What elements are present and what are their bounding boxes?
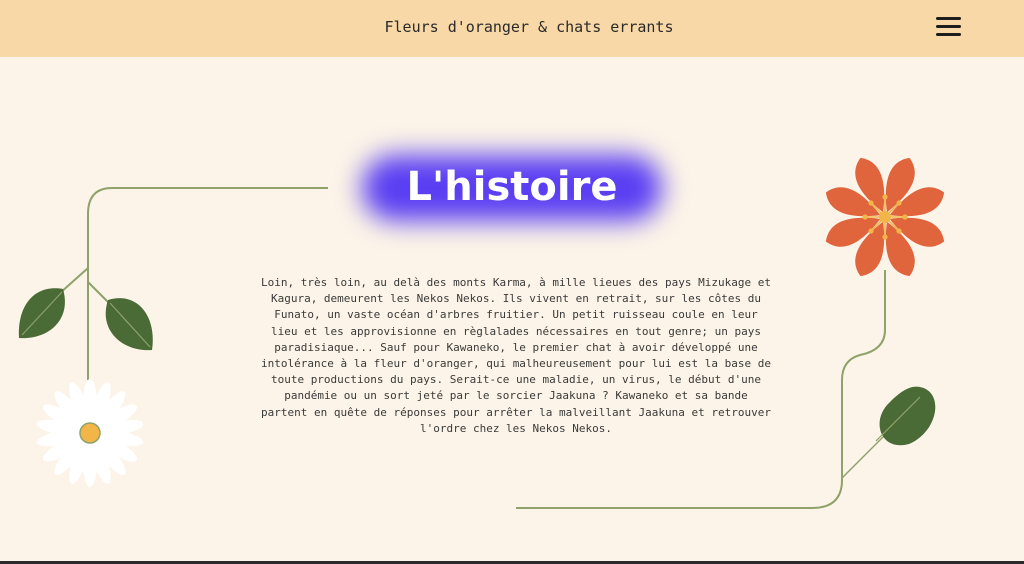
leaf-icon — [879, 386, 936, 446]
page-title: L'histoire — [406, 164, 618, 210]
orange-flower-icon — [825, 157, 945, 277]
left-branch — [87, 281, 111, 305]
daisy-icon — [36, 379, 144, 487]
left-branch — [59, 267, 89, 294]
story-text: Loin, très loin, au delà des monts Karma… — [261, 276, 771, 435]
